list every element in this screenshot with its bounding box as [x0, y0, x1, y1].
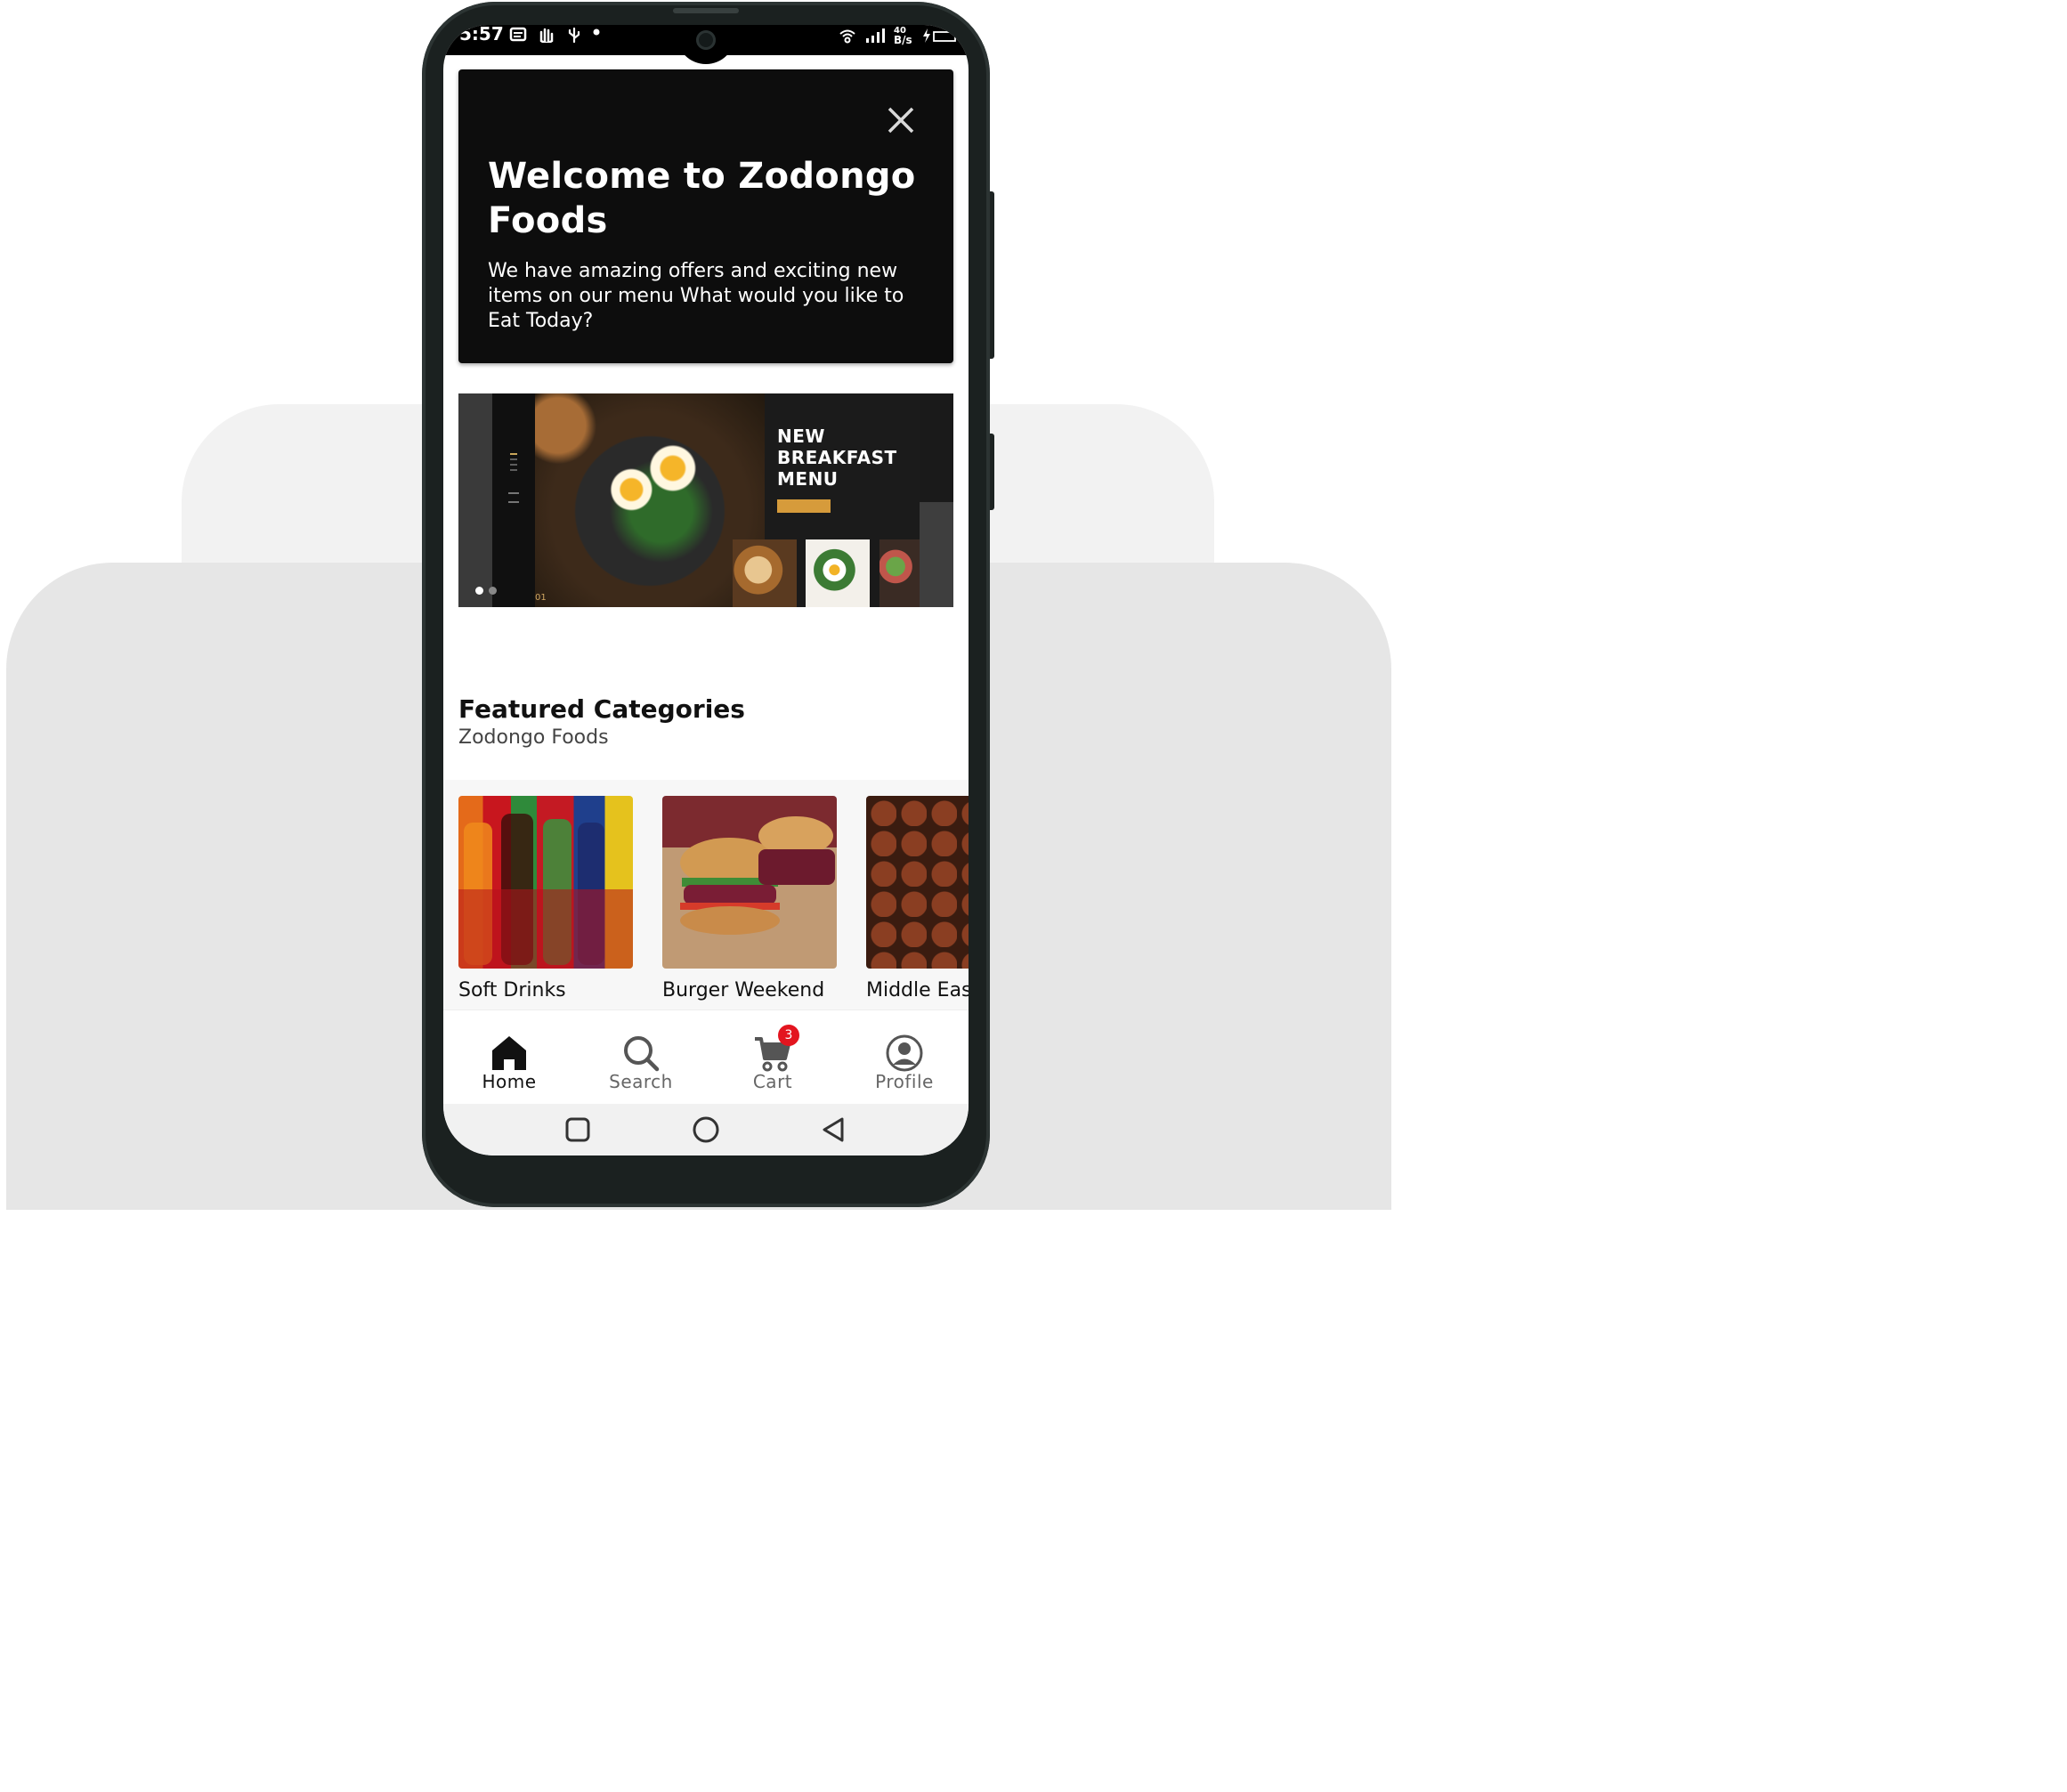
bottom-navigation: Home Search 3 Cart Profile [443, 1010, 969, 1105]
category-card-middle-east[interactable] [866, 796, 969, 969]
banner-book-button[interactable] [777, 499, 831, 513]
burger-weekend-image [662, 796, 837, 969]
banner-thumb-salad [879, 539, 920, 607]
battery-charging-icon [923, 28, 956, 43]
tab-cart[interactable]: 3 Cart [707, 1010, 839, 1105]
welcome-card: Welcome to Zodongo Foods We have amazing… [458, 69, 953, 363]
status-system-icons: 40 B/s [839, 27, 958, 45]
category-card-soft-drinks[interactable] [458, 796, 633, 969]
tab-profile-label: Profile [875, 1071, 934, 1092]
tab-cart-label: Cart [752, 1071, 793, 1092]
message-icon [509, 27, 527, 42]
network-speed: 40 B/s [894, 27, 913, 46]
phone-frame: 5:57 40 B/s Welcome to Zodongo Foods We … [422, 2, 990, 1207]
tab-search[interactable]: Search [575, 1010, 707, 1105]
home-circle-icon[interactable] [692, 1116, 720, 1145]
carousel-dot[interactable] [489, 587, 497, 595]
recent-apps-icon[interactable] [564, 1116, 591, 1143]
status-time: 5:57 [459, 25, 504, 45]
tab-home-label: Home [482, 1071, 537, 1092]
network-speed-unit: B/s [894, 34, 912, 46]
close-button[interactable] [884, 103, 918, 137]
category-label-burger-weekend: Burger Weekend [662, 979, 825, 1001]
wifi-icon [839, 29, 855, 44]
tab-home[interactable]: Home [443, 1010, 575, 1105]
category-label-middle-east: Middle East [866, 979, 969, 1001]
promo-banner[interactable]: 01 NEW BREAKFAST MENU [458, 393, 953, 607]
phone-screen: 5:57 40 B/s Welcome to Zodongo Foods We … [443, 25, 969, 1155]
burger-illustration [680, 816, 835, 935]
banner-thumb-pastry [733, 539, 797, 607]
banner-side-nav [492, 393, 535, 607]
welcome-message: We have amazing offers and exciting new … [488, 260, 904, 332]
carousel-dots [475, 587, 497, 595]
banner-page-indicator: 01 [535, 593, 547, 603]
tab-search-label: Search [609, 1071, 673, 1092]
cart-count-badge: 3 [778, 1025, 799, 1046]
banner-thumb-eggs [806, 539, 870, 607]
signal-icon [866, 28, 885, 43]
category-label-soft-drinks: Soft Drinks [458, 979, 566, 1001]
bottles-illustration [458, 814, 633, 969]
breakfast-plate-image [535, 393, 765, 607]
welcome-title: Welcome to Zodongo Foods [488, 156, 916, 241]
system-navigation-bar [443, 1104, 969, 1155]
banner-next-slide-edge [920, 502, 953, 607]
soft-drinks-image [458, 796, 633, 969]
banner-prev-slide-edge [458, 393, 492, 607]
banner-headline: NEW BREAKFAST MENU [777, 426, 897, 490]
front-camera [696, 30, 716, 50]
search-icon [624, 1036, 660, 1072]
banner-nav-lines-icon [508, 453, 519, 503]
back-icon[interactable] [821, 1116, 847, 1143]
featured-title: Featured Categories [458, 694, 745, 724]
home-icon [492, 1036, 526, 1070]
carousel-dot-active[interactable] [475, 587, 483, 595]
profile-icon [886, 1034, 923, 1072]
close-icon [888, 107, 914, 134]
middle-east-image [866, 796, 969, 969]
usb-icon [568, 27, 580, 43]
category-card-burger-weekend[interactable] [662, 796, 837, 969]
tab-profile[interactable]: Profile [839, 1010, 969, 1105]
hand-wave-icon [539, 28, 554, 43]
status-notification-icons [509, 27, 602, 43]
featured-subtitle: Zodongo Foods [458, 726, 609, 749]
phone-speaker [673, 8, 739, 13]
dot-icon [593, 28, 600, 36]
